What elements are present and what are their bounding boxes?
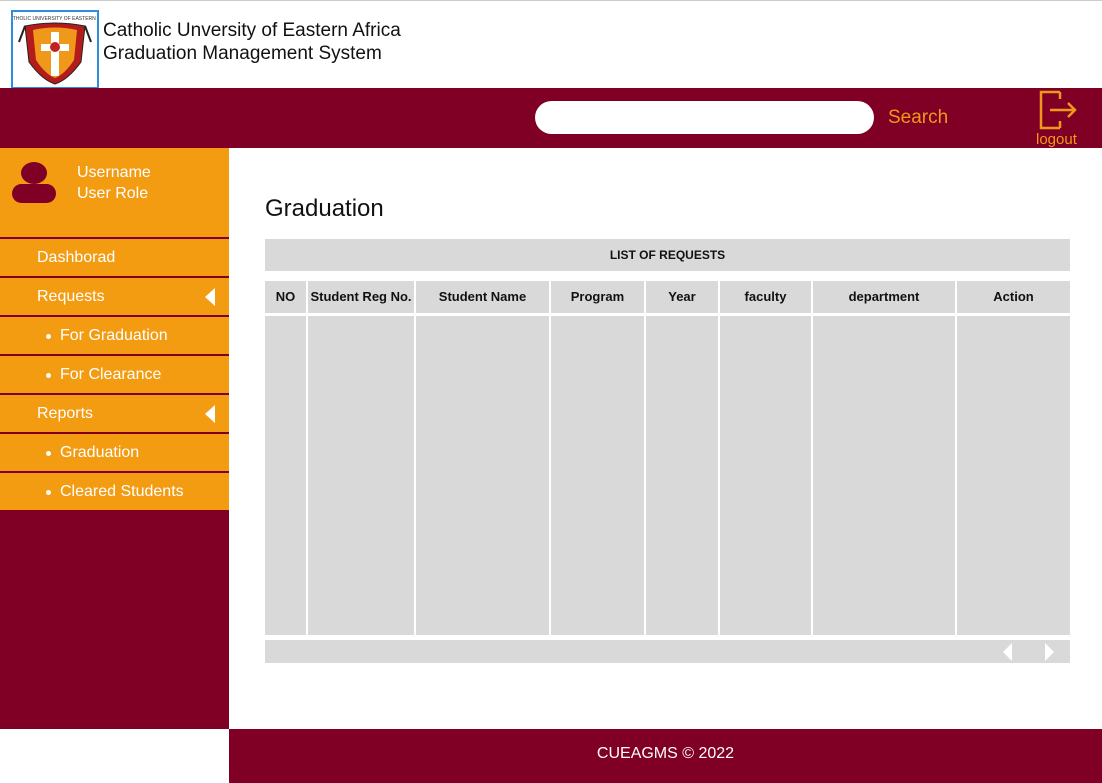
footer-copyright: CUEAGMS © 2022: [596, 745, 735, 762]
app-title: Catholic Unversity of Eastern Africa Gra…: [103, 19, 401, 65]
sidebar-item-label: Cleared Students: [60, 483, 184, 500]
sidebar-item-graduation[interactable]: Graduation: [0, 432, 229, 471]
footer: CUEAGMS © 2022: [229, 729, 1102, 783]
column-divider: [644, 281, 646, 635]
column-header-department: department: [848, 289, 920, 304]
sidebar-item-cleared-students[interactable]: Cleared Students: [0, 471, 229, 510]
sidebar-item-reports[interactable]: Reports: [0, 393, 229, 432]
bullet-icon: [46, 334, 51, 339]
sidebar-menu: Dashborad Requests For Graduation For Cl…: [0, 237, 229, 510]
column-divider: [306, 281, 308, 635]
svg-text:THE CATHOLIC UNIVERSITY OF EAS: THE CATHOLIC UNIVERSITY OF EASTERN AFRIC…: [13, 16, 97, 22]
requests-table: NO Student Reg No. Student Name Program …: [265, 281, 1070, 635]
caret-left-icon: [205, 405, 215, 423]
sidebar-item-label: Dashborad: [37, 249, 116, 266]
search-button[interactable]: Search: [888, 107, 948, 129]
sidebar-item-label: Requests: [37, 288, 105, 305]
app-header: THE CATHOLIC UNIVERSITY OF EASTERN AFRIC…: [0, 0, 1102, 89]
column-header-program: Program: [570, 289, 625, 304]
user-avatar-icon: [12, 162, 56, 203]
column-divider: [811, 281, 813, 635]
column-header-action: Action: [993, 289, 1034, 304]
caret-left-icon: [205, 288, 215, 306]
sidebar-item-requests[interactable]: Requests: [0, 276, 229, 315]
logout-button[interactable]: logout: [1034, 89, 1090, 149]
university-logo: THE CATHOLIC UNIVERSITY OF EASTERN AFRIC…: [0, 10, 116, 89]
bullet-icon: [46, 373, 51, 378]
user-role: User Role: [77, 185, 149, 202]
search-input[interactable]: [535, 101, 874, 134]
column-header-faculty: faculty: [744, 289, 787, 304]
bullet-icon: [46, 490, 51, 495]
column-divider: [549, 281, 551, 635]
sidebar: Username User Role Dashborad Requests Fo…: [0, 148, 229, 729]
sidebar-item-dashboard[interactable]: Dashborad: [0, 237, 229, 276]
column-divider: [718, 281, 720, 635]
app-title-line1: Catholic Unversity of Eastern Africa: [103, 20, 401, 41]
user-profile: Username User Role: [0, 148, 229, 237]
bullet-icon: [46, 451, 51, 456]
sidebar-item-label: Reports: [37, 405, 94, 422]
sidebar-item-label: Graduation: [60, 444, 140, 461]
sidebar-item-label: For Graduation: [60, 327, 168, 344]
logout-label: logout: [1036, 131, 1077, 148]
table-caption: LIST OF REQUESTS: [265, 239, 1070, 271]
column-header-student-name: Student Name: [438, 289, 527, 304]
app-title-line2: Graduation Management System: [103, 43, 382, 64]
column-header-no: NO: [275, 289, 296, 304]
column-header-year: Year: [668, 289, 696, 304]
column-divider: [414, 281, 416, 635]
sidebar-item-for-graduation[interactable]: For Graduation: [0, 315, 229, 354]
top-navbar: Search logout: [0, 88, 1102, 148]
table-pagination: [265, 640, 1070, 663]
column-divider: [955, 281, 957, 635]
column-header-reg-no: Student Reg No.: [310, 289, 412, 304]
chevron-right-icon: [1045, 643, 1054, 661]
logout-icon: [1039, 90, 1077, 130]
page-title: Graduation: [265, 195, 384, 222]
username: Username: [77, 164, 151, 181]
sidebar-item-label: For Clearance: [60, 366, 162, 383]
prev-page-button[interactable]: [1001, 643, 1017, 661]
header-divider: [265, 313, 1070, 316]
next-page-button[interactable]: [1041, 643, 1057, 661]
sidebar-item-for-clearance[interactable]: For Clearance: [0, 354, 229, 393]
chevron-left-icon: [1003, 643, 1012, 661]
